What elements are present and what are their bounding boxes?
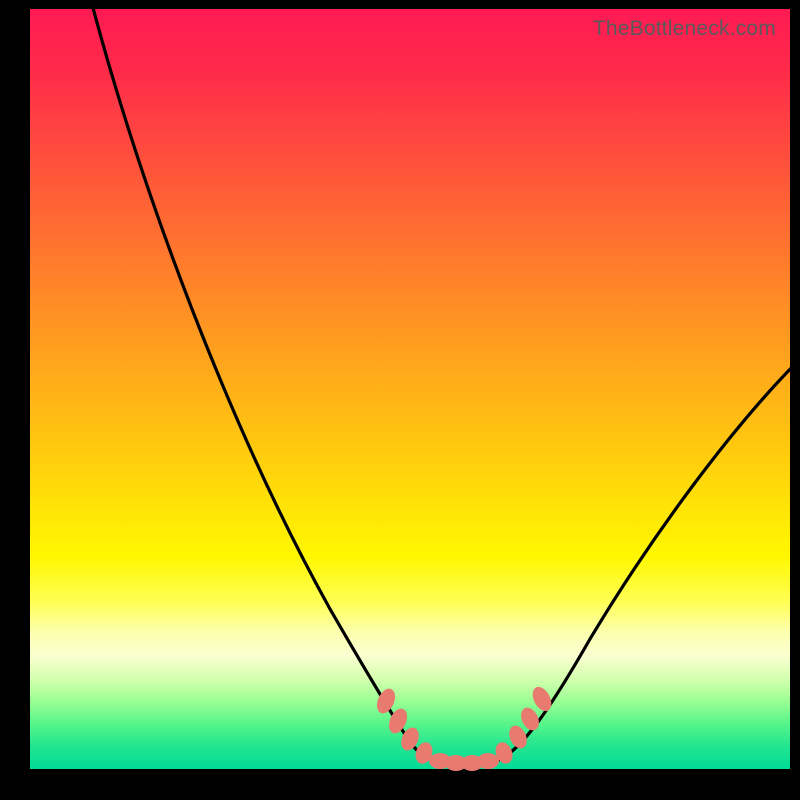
marker xyxy=(529,684,555,714)
plot-area: TheBottleneck.com xyxy=(30,9,790,769)
marker-group xyxy=(373,684,555,771)
bottleneck-curve xyxy=(30,9,790,769)
curve-left-branch xyxy=(88,0,438,761)
chart-frame: TheBottleneck.com xyxy=(0,0,800,800)
marker xyxy=(477,753,499,769)
